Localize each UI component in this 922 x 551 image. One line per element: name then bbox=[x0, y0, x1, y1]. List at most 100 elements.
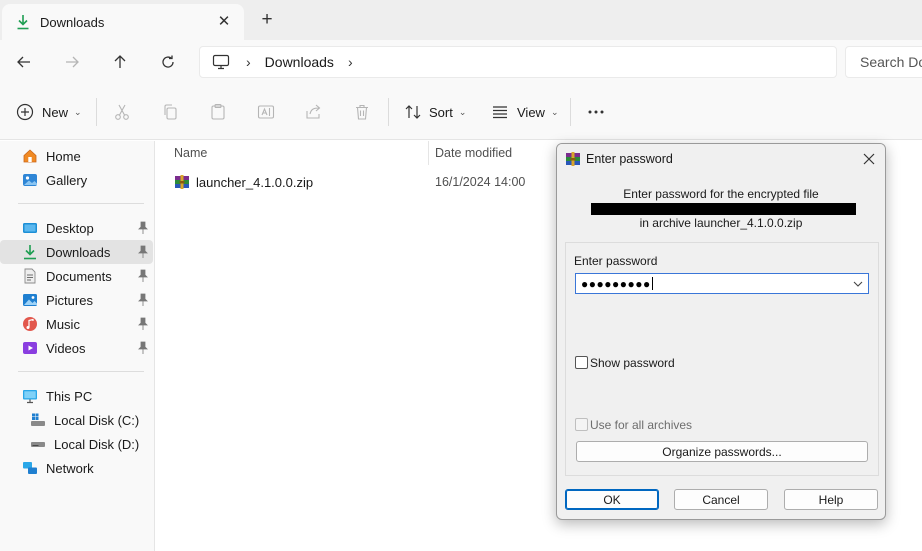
sidebar-item-label: Downloads bbox=[46, 244, 111, 260]
sidebar-item-videos[interactable]: Videos bbox=[0, 336, 153, 360]
forward-icon[interactable] bbox=[60, 50, 84, 74]
refresh-icon[interactable] bbox=[156, 50, 180, 74]
plus-circle-icon bbox=[16, 103, 34, 121]
file-name: launcher_4.1.0.0.zip bbox=[196, 174, 314, 190]
sidebar-item-network[interactable]: Network bbox=[0, 456, 153, 480]
chevron-down-icon: ⌄ bbox=[550, 106, 559, 117]
winrar-icon bbox=[566, 152, 580, 166]
view-list-icon bbox=[493, 106, 507, 119]
computer-icon bbox=[22, 388, 38, 404]
help-button[interactable]: Help bbox=[784, 489, 878, 510]
new-button[interactable]: New ⌄ bbox=[16, 100, 82, 124]
password-dialog: Enter password Enter password for the en… bbox=[556, 143, 886, 520]
sidebar-item-desktop[interactable]: Desktop bbox=[0, 216, 153, 240]
sidebar-item-label: Desktop bbox=[46, 220, 94, 236]
sidebar-item-documents[interactable]: Documents bbox=[0, 264, 153, 288]
copy-icon[interactable] bbox=[160, 102, 180, 122]
password-field-label: Enter password bbox=[574, 254, 658, 268]
cancel-button[interactable]: Cancel bbox=[674, 489, 768, 510]
pin-icon[interactable] bbox=[137, 221, 149, 235]
password-input[interactable]: ●●●●●●●●● bbox=[575, 273, 869, 294]
sidebar-item-this-pc[interactable]: This PC bbox=[0, 384, 153, 408]
close-tab-icon[interactable]: ✕ bbox=[216, 13, 232, 30]
chevron-down-icon[interactable] bbox=[852, 278, 864, 290]
sidebar-item-label: Home bbox=[46, 148, 81, 164]
pin-icon[interactable] bbox=[137, 245, 149, 259]
pictures-icon bbox=[22, 292, 38, 308]
use-for-all-checkbox[interactable] bbox=[575, 418, 588, 431]
address-row: › Downloads › Search Do bbox=[0, 40, 922, 84]
pin-icon[interactable] bbox=[137, 293, 149, 307]
sidebar-item-local-disk-d[interactable]: Local Disk (D:) bbox=[0, 432, 153, 456]
new-tab-icon[interactable]: + bbox=[258, 9, 276, 30]
show-password-checkbox[interactable] bbox=[575, 356, 588, 369]
dialog-title-bar[interactable]: Enter password bbox=[557, 144, 885, 174]
share-icon[interactable] bbox=[304, 102, 324, 122]
use-for-all-label: Use for all archives bbox=[590, 418, 693, 432]
view-button[interactable]: View ⌄ bbox=[491, 100, 559, 124]
sidebar-item-gallery[interactable]: Gallery bbox=[0, 168, 153, 192]
dialog-message: Enter password for the encrypted file bbox=[623, 187, 819, 201]
sidebar-item-home[interactable]: Home bbox=[0, 144, 153, 168]
sidebar-item-label: Documents bbox=[46, 268, 112, 284]
sidebar-item-local-disk-c[interactable]: Local Disk (C:) bbox=[0, 408, 153, 432]
sidebar-item-label: This PC bbox=[46, 388, 93, 404]
gallery-icon bbox=[22, 172, 38, 188]
network-icon bbox=[22, 460, 38, 476]
chevron-down-icon: ⌄ bbox=[74, 106, 82, 117]
desktop-icon bbox=[22, 220, 38, 236]
sidebar-item-label: Pictures bbox=[46, 292, 93, 308]
download-icon bbox=[22, 244, 38, 260]
paste-icon[interactable] bbox=[208, 102, 228, 122]
redacted-filename bbox=[591, 203, 856, 215]
pin-icon[interactable] bbox=[137, 317, 149, 331]
sidebar-item-pictures[interactable]: Pictures bbox=[0, 288, 153, 312]
pin-icon[interactable] bbox=[137, 269, 149, 283]
file-date: 16/1/2024 14:00 bbox=[435, 175, 526, 189]
divider bbox=[96, 98, 97, 126]
tab-bar: Downloads ✕ + bbox=[0, 0, 922, 40]
chevron-right-icon[interactable]: › bbox=[246, 54, 251, 70]
organize-passwords-button[interactable]: Organize passwords... bbox=[576, 441, 868, 462]
sidebar-item-label: Network bbox=[46, 460, 94, 476]
chevron-right-icon[interactable]: › bbox=[348, 54, 353, 70]
sort-icon bbox=[405, 105, 421, 119]
dialog-title: Enter password bbox=[586, 152, 673, 166]
show-password-label[interactable]: Show password bbox=[590, 356, 675, 370]
sort-button[interactable]: Sort ⌄ bbox=[404, 100, 466, 124]
sidebar-item-downloads[interactable]: Downloads bbox=[0, 240, 153, 264]
ok-button[interactable]: OK bbox=[565, 489, 659, 510]
divider bbox=[18, 203, 144, 204]
column-header-date[interactable]: Date modified bbox=[435, 141, 512, 165]
system-drive-icon bbox=[30, 412, 46, 428]
sidebar-item-label: Local Disk (C:) bbox=[54, 412, 140, 428]
column-resize-handle[interactable] bbox=[428, 141, 429, 165]
rename-icon[interactable] bbox=[256, 102, 276, 122]
sort-label: Sort bbox=[429, 104, 453, 120]
sidebar-item-label: Music bbox=[46, 316, 80, 332]
search-input[interactable]: Search Do bbox=[845, 46, 922, 78]
up-icon[interactable] bbox=[108, 50, 132, 74]
monitor-icon bbox=[212, 54, 230, 70]
column-header-name[interactable]: Name bbox=[174, 141, 207, 165]
close-icon[interactable] bbox=[861, 151, 877, 167]
more-options-icon[interactable] bbox=[586, 102, 606, 122]
divider bbox=[570, 98, 571, 126]
music-icon bbox=[22, 316, 38, 332]
new-label: New bbox=[42, 104, 69, 120]
tab-downloads[interactable]: Downloads ✕ bbox=[2, 4, 244, 40]
videos-icon bbox=[22, 340, 38, 356]
table-row[interactable]: launcher_4.1.0.0.zip 16/1/2024 14:00 bbox=[174, 169, 554, 195]
back-icon[interactable] bbox=[12, 50, 36, 74]
sidebar-item-label: Local Disk (D:) bbox=[54, 436, 140, 452]
delete-icon[interactable] bbox=[352, 102, 372, 122]
breadcrumb-downloads[interactable]: Downloads bbox=[265, 54, 334, 70]
sidebar-item-music[interactable]: Music bbox=[0, 312, 153, 336]
drive-icon bbox=[30, 436, 46, 452]
address-bar[interactable]: › Downloads › bbox=[199, 46, 837, 78]
cut-icon[interactable] bbox=[112, 102, 132, 122]
sidebar-item-label: Gallery bbox=[46, 172, 88, 188]
navigation-pane: Home Gallery Desktop Downloads Documents… bbox=[0, 141, 155, 551]
pin-icon[interactable] bbox=[137, 341, 149, 355]
divider bbox=[18, 371, 144, 372]
